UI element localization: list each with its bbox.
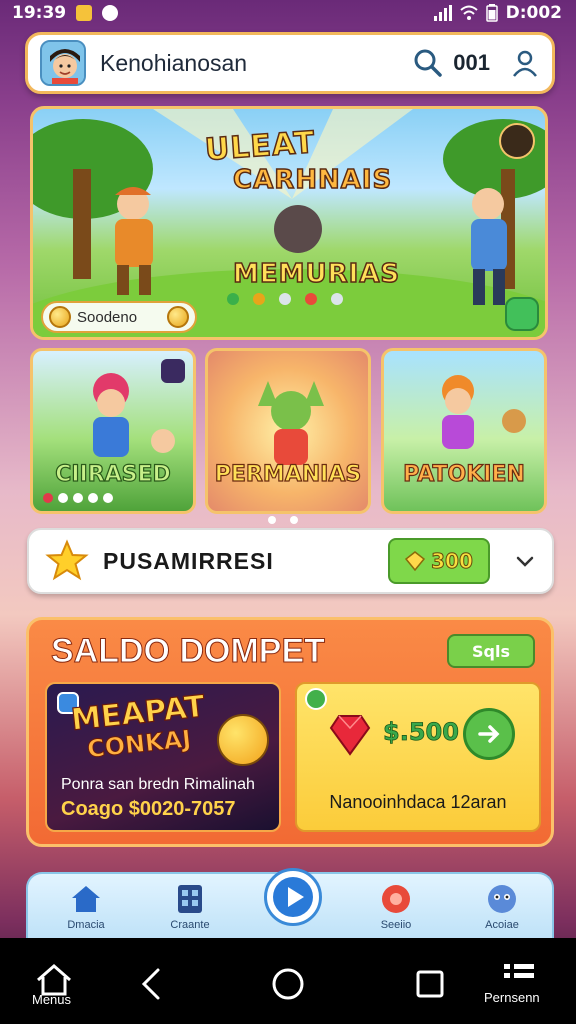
featured-reward-value: 300 — [431, 549, 474, 574]
game-card-art — [442, 375, 526, 449]
star-icon — [45, 539, 89, 581]
hero-coin-badge[interactable]: Soodeno — [41, 301, 197, 333]
hero-badge-label: Soodeno — [77, 308, 138, 326]
promo-card[interactable]: MEAPAT CONKAJ Ponra san bredn Rimalinah … — [45, 682, 281, 832]
balance-value: $.500 — [383, 718, 460, 747]
hero-title-line3: MEMURIAS — [232, 258, 401, 290]
card-indicator — [43, 493, 113, 503]
nav-item-home[interactable]: Dmacia — [46, 882, 126, 931]
game-card-label: CIIRASED — [55, 461, 172, 487]
system-menu-label: Pernsenn — [484, 990, 540, 1005]
game-card-art — [258, 381, 324, 465]
featured-label: PUSAMIRRESI — [103, 547, 274, 574]
wallet-action-button[interactable]: Sqls — [447, 634, 535, 668]
play-icon — [273, 877, 313, 917]
recent-apps-icon[interactable] — [410, 964, 450, 1004]
game-card[interactable]: CIIRASED — [30, 348, 196, 514]
nav-item-label: Dmacia — [67, 919, 105, 931]
username: Kenohianosan — [100, 49, 248, 76]
avatar[interactable] — [40, 40, 86, 86]
wallet-panel: SALDO DOMPET Sqls MEAPAT CONKAJ Ponra sa… — [26, 617, 554, 847]
play-button[interactable] — [264, 868, 322, 926]
avatar-face-icon — [42, 42, 84, 84]
featured-row[interactable]: PUSAMIRRESI 300 — [27, 528, 554, 594]
nav-item-create[interactable]: Craante — [150, 882, 230, 931]
wallet-title: SALDO DOMPET — [51, 632, 326, 671]
status-bar: 19:39 D:002 — [0, 0, 576, 26]
coin-icon — [49, 306, 71, 328]
nav-item-profile[interactable]: Acoiae — [462, 882, 542, 931]
system-nav-bar: Menus Pernsenn — [0, 938, 576, 1024]
nav-item-label: Seeiio — [380, 919, 412, 931]
target-icon — [382, 885, 410, 913]
coin-count: 001 — [453, 50, 490, 75]
gem-icon — [405, 551, 426, 571]
nav-item-label: Acoiae — [485, 919, 519, 931]
back-icon[interactable] — [132, 964, 172, 1004]
carousel-pager — [268, 516, 298, 524]
monster-icon — [488, 885, 516, 913]
game-card-label: PERMANIAS — [214, 461, 362, 487]
forward-icon — [478, 725, 500, 743]
hero-menu-button[interactable] — [499, 123, 535, 159]
coin-icon — [167, 306, 189, 328]
home-icon — [72, 886, 100, 912]
profile-icon[interactable] — [510, 48, 540, 78]
mascot-icon — [217, 714, 269, 766]
app-notification-icon — [102, 5, 119, 21]
card-badge-icon — [161, 359, 185, 383]
battery-text: D:002 — [505, 3, 562, 23]
ruby-gem-icon — [329, 715, 371, 756]
signal-icon — [433, 5, 452, 21]
header-bar: Kenohianosan 001 — [25, 32, 555, 94]
game-card-label: PATOKIEN — [402, 461, 525, 487]
wifi-icon — [459, 5, 478, 20]
balance-description: Nanooinhdaca 12aran — [329, 792, 507, 812]
grid-icon — [178, 885, 202, 913]
bottom-nav: Dmacia Craante Seeiio Acoiae — [26, 868, 554, 938]
game-card[interactable]: PATOKIEN — [381, 348, 547, 514]
system-home-label: Menus — [32, 992, 72, 1007]
chevron-down-icon[interactable] — [514, 550, 536, 572]
home-circle-icon[interactable] — [268, 964, 308, 1004]
featured-reward-pill[interactable]: 300 — [388, 538, 490, 584]
hero-title-line2: CARHNAIS — [232, 164, 393, 196]
clock: 19:39 — [12, 3, 67, 23]
nav-item-settings[interactable]: Seeiio — [356, 882, 436, 931]
plus-icon — [305, 688, 327, 710]
balance-card[interactable]: $.500 Nanooinhdaca 12aran — [295, 682, 541, 832]
notification-icon — [76, 5, 93, 21]
battery-icon — [485, 4, 498, 22]
search-icon[interactable] — [413, 48, 443, 78]
hero-banner[interactable]: ULEAT CARHNAIS MEMURIAS Soodeno — [30, 106, 548, 340]
promo-code: Coago $0020-7057 — [61, 798, 236, 820]
forward-button[interactable] — [463, 708, 515, 760]
hero-action-button[interactable] — [505, 297, 539, 331]
game-card[interactable]: PERMANIAS — [205, 348, 371, 514]
nav-item-label: Craante — [170, 919, 210, 931]
promo-description: Ponra san bredn Rimalinah — [61, 776, 255, 793]
